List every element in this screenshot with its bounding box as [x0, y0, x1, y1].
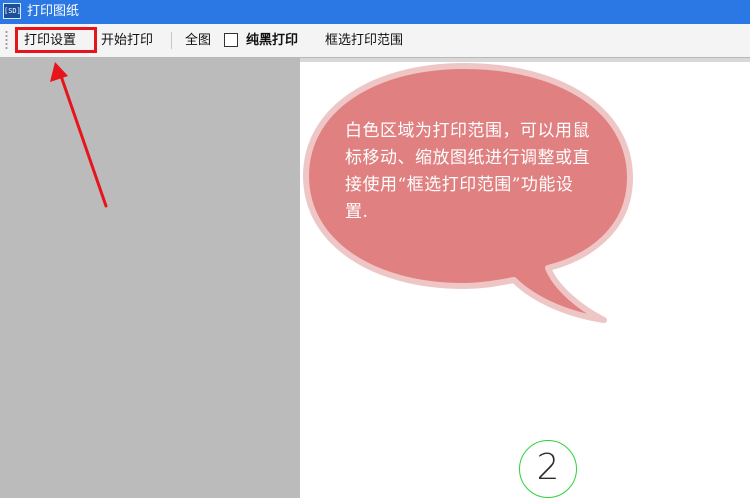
- drawing-marker-number: 2: [536, 447, 560, 488]
- left-pane[interactable]: [0, 58, 300, 498]
- title-bar: [SD] 打印图纸: [0, 0, 750, 24]
- full-view-button[interactable]: 全图: [185, 24, 211, 57]
- toolbar: 打印设置 开始打印 全图 纯黑打印 框选打印范围: [0, 24, 750, 58]
- print-settings-button[interactable]: 打印设置: [24, 24, 76, 57]
- toolbar-separator: [171, 32, 172, 49]
- toolbar-grip-icon[interactable]: [5, 30, 8, 51]
- window-title: 打印图纸: [27, 4, 80, 19]
- pure-black-print-checkbox[interactable]: [224, 33, 238, 47]
- start-print-button[interactable]: 开始打印: [101, 24, 153, 57]
- box-select-print-range-button[interactable]: 框选打印范围: [325, 24, 403, 57]
- print-drawing-window: [SD] 打印图纸 打印设置 开始打印 全图 纯黑打印 框选打印范围 白色区域为…: [0, 0, 750, 498]
- pure-black-print-label[interactable]: 纯黑打印: [246, 24, 298, 57]
- callout-text: 白色区域为打印范围，可以用鼠标移动、缩放图纸进行调整或直接使用“框选打印范围”功…: [345, 121, 590, 222]
- app-icon: [SD]: [3, 3, 21, 19]
